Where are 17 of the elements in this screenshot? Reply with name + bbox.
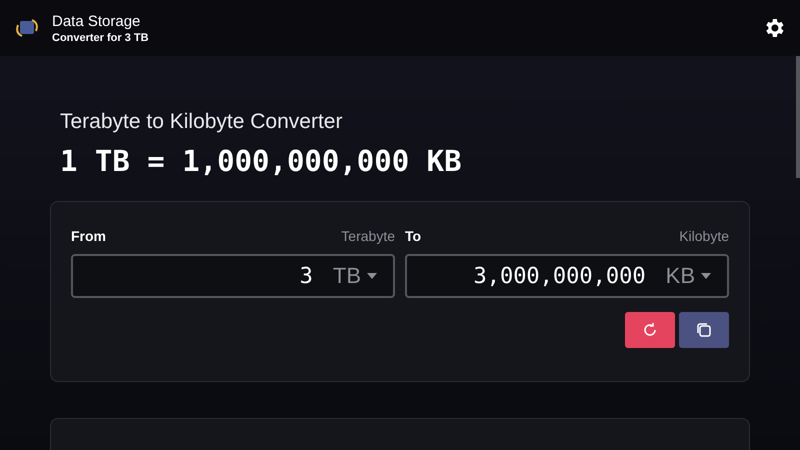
copy-button[interactable] bbox=[679, 312, 729, 348]
caret-icon bbox=[367, 273, 377, 279]
app-subtitle: Converter for 3 TB bbox=[52, 32, 150, 44]
unit-name: Kilobyte bbox=[679, 228, 729, 244]
unit-name: Terabyte bbox=[341, 228, 395, 244]
caret-icon bbox=[701, 273, 711, 279]
field-label: To bbox=[405, 228, 422, 244]
page-heading: Terabyte to Kilobyte Converter bbox=[60, 110, 344, 134]
copy-icon bbox=[695, 321, 713, 339]
scrollbar[interactable] bbox=[796, 56, 800, 178]
reset-button[interactable] bbox=[625, 312, 675, 348]
field-label: From bbox=[71, 228, 106, 244]
app-title: Data Storage bbox=[52, 12, 142, 30]
drive-icon bbox=[14, 17, 40, 39]
value-field[interactable]: 3 TB bbox=[71, 254, 395, 298]
conversion-result: 1 TB = 1,000,000,000 KB bbox=[60, 144, 463, 178]
value-field[interactable]: 3,000,000,000 KB bbox=[405, 254, 729, 298]
